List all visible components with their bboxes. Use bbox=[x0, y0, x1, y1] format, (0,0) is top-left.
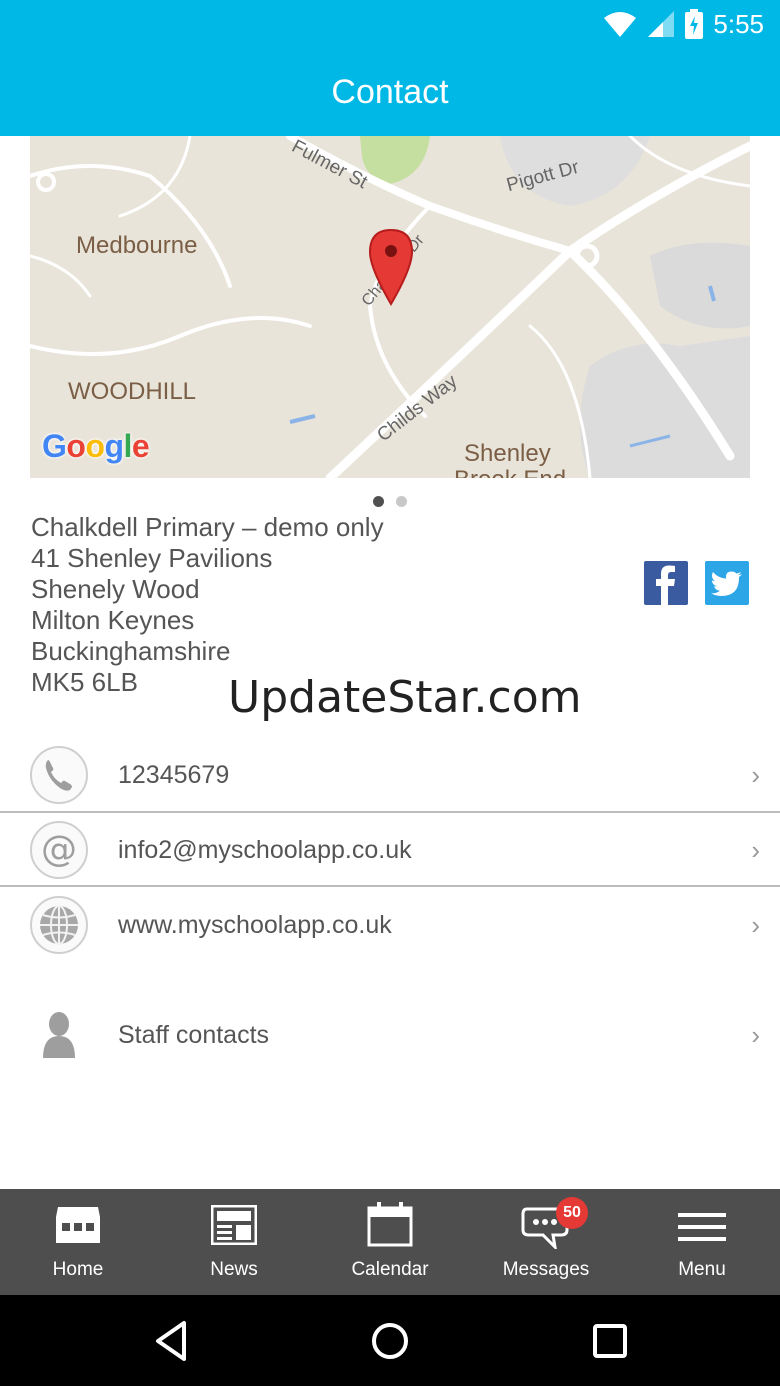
pager-dot[interactable] bbox=[396, 496, 407, 507]
chevron-right-icon: › bbox=[751, 910, 760, 940]
address-line: Buckinghamshire bbox=[31, 636, 231, 666]
app-header: Contact bbox=[0, 48, 780, 136]
recents-icon[interactable] bbox=[586, 1317, 634, 1365]
twitter-icon[interactable] bbox=[705, 561, 749, 605]
tab-label: Menu bbox=[678, 1259, 726, 1280]
tab-news[interactable]: News bbox=[156, 1189, 312, 1295]
email-address: info2@myschoolapp.co.uk bbox=[118, 836, 412, 864]
home-button-icon[interactable] bbox=[366, 1317, 414, 1365]
home-icon bbox=[56, 1207, 100, 1243]
back-icon[interactable] bbox=[148, 1317, 196, 1365]
globe-icon bbox=[30, 896, 88, 954]
person-icon bbox=[43, 1012, 75, 1058]
bottom-tab-bar: Home News Calendar 50 Messages Menu bbox=[0, 1189, 780, 1295]
wifi-icon bbox=[604, 12, 637, 37]
staff-contacts-row[interactable]: Staff contacts › bbox=[0, 998, 780, 1072]
contact-screen: 5:55 Contact Medbourne WOODHILL Shenley … bbox=[0, 0, 780, 1386]
divider bbox=[0, 885, 780, 887]
school-address: Chalkdell Primary – demo only 41 Shenley… bbox=[31, 512, 384, 698]
tab-label: News bbox=[210, 1259, 258, 1280]
chevron-right-icon: › bbox=[751, 1020, 760, 1050]
battery-charging-icon bbox=[685, 9, 704, 39]
map-marker-icon[interactable] bbox=[368, 228, 414, 306]
map-pager bbox=[0, 496, 780, 507]
facebook-icon[interactable] bbox=[644, 561, 688, 605]
menu-icon bbox=[678, 1213, 726, 1241]
clock: 5:55 bbox=[713, 8, 764, 39]
map-place-label: Shenley bbox=[464, 440, 551, 467]
calendar-icon bbox=[367, 1202, 413, 1247]
phone-number: 12345679 bbox=[118, 761, 230, 789]
system-nav-bar bbox=[0, 1295, 780, 1386]
chevron-right-icon: › bbox=[751, 835, 760, 865]
unread-badge: 50 bbox=[556, 1197, 588, 1229]
tab-label: Messages bbox=[502, 1259, 590, 1280]
map-place-label: Medbourne bbox=[76, 232, 198, 259]
chevron-right-icon: › bbox=[751, 760, 760, 790]
pager-dot-active[interactable] bbox=[373, 496, 384, 507]
google-logo: Google bbox=[42, 428, 150, 464]
page-title: Contact bbox=[331, 72, 449, 111]
phone-icon bbox=[30, 746, 88, 804]
staff-contacts-label: Staff contacts bbox=[118, 1021, 270, 1049]
tab-messages[interactable]: 50 Messages bbox=[468, 1189, 624, 1295]
address-line: Shenely Wood bbox=[31, 574, 200, 604]
email-row[interactable]: @ info2@myschoolapp.co.uk › bbox=[0, 813, 780, 887]
phone-row[interactable]: 12345679 › bbox=[0, 738, 780, 812]
address-line: Chalkdell Primary – demo only bbox=[31, 512, 384, 542]
svg-text:@: @ bbox=[41, 829, 77, 870]
tab-home[interactable]: Home bbox=[0, 1189, 156, 1295]
address-line: 41 Shenley Pavilions bbox=[31, 543, 273, 573]
status-bar: 5:55 bbox=[0, 0, 780, 48]
cellular-signal-icon bbox=[648, 11, 675, 37]
location-map[interactable]: Medbourne WOODHILL Shenley Brook End Ful… bbox=[30, 136, 750, 478]
address-line: Milton Keynes bbox=[31, 605, 195, 635]
website-url: www.myschoolapp.co.uk bbox=[118, 911, 392, 939]
watermark-text: UpdateStar.com bbox=[228, 672, 582, 723]
at-sign-icon: @ bbox=[30, 821, 88, 879]
map-place-label: WOODHILL bbox=[68, 378, 197, 405]
tab-menu[interactable]: Menu bbox=[624, 1189, 780, 1295]
tab-label: Home bbox=[52, 1259, 104, 1280]
tab-calendar[interactable]: Calendar bbox=[312, 1189, 468, 1295]
tab-label: Calendar bbox=[351, 1259, 429, 1280]
website-row[interactable]: www.myschoolapp.co.uk › bbox=[0, 888, 780, 962]
news-icon bbox=[211, 1205, 257, 1245]
map-place-label: Brook End bbox=[454, 466, 566, 478]
